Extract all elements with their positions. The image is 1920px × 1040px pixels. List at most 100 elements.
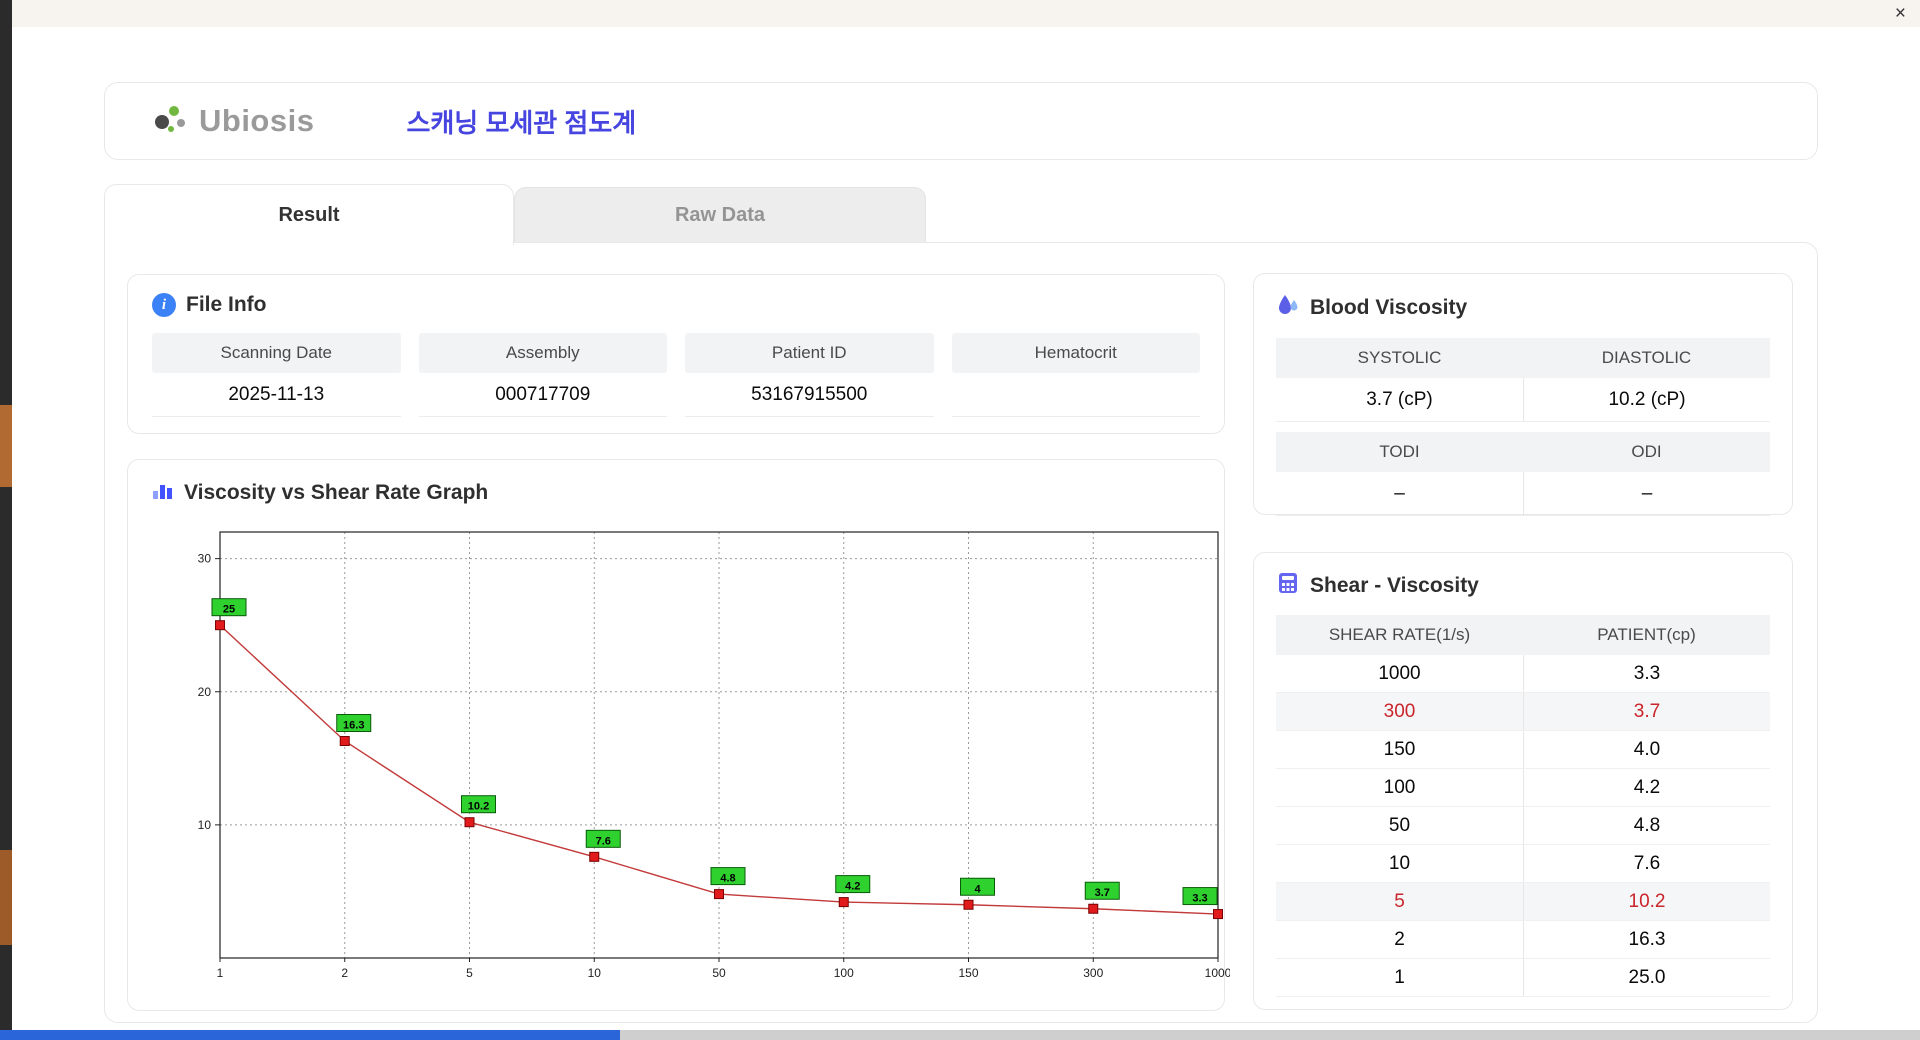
table-row: 300 3.7 xyxy=(1276,693,1770,731)
patient-cell: 3.7 xyxy=(1523,693,1770,730)
taskbar-strip xyxy=(0,1030,620,1040)
viscosity-graph-card: Viscosity vs Shear Rate Graph 10 20 30 25 16… xyxy=(127,459,1232,1011)
systolic-value: 3.7 (cP) xyxy=(1276,378,1523,422)
shear-viscosity-title: Shear - Viscosity xyxy=(1310,574,1479,597)
field-assembly: Assembly 000717709 xyxy=(418,333,667,417)
svg-text:150: 150 xyxy=(958,966,978,980)
svg-text:3.7: 3.7 xyxy=(1095,887,1110,899)
patient-cell: 3.3 xyxy=(1523,655,1770,692)
tab-result[interactable]: Result xyxy=(104,184,514,245)
file-info-card: i File Info Scanning Date 2025-11-13 Ass… xyxy=(127,274,1225,434)
shear-viscosity-table: SHEAR RATE(1/s) PATIENT(cp) 1000 3.3 300… xyxy=(1276,615,1770,997)
odi-value: – xyxy=(1523,472,1770,516)
shear-cell: 1 xyxy=(1394,966,1405,988)
blood-viscosity-title: Blood Viscosity xyxy=(1310,296,1468,319)
patient-cell: 4.2 xyxy=(1523,769,1770,806)
systolic-label: SYSTOLIC xyxy=(1276,338,1523,378)
file-info-title-row: i File Info xyxy=(152,293,1200,317)
table-row: 1 25.0 xyxy=(1276,959,1770,997)
table-row: 10 7.6 xyxy=(1276,845,1770,883)
shear-viscosity-card: Shear - Viscosity SHEAR RATE(1/s) PATIEN… xyxy=(1253,552,1793,1010)
svg-text:100: 100 xyxy=(834,966,854,980)
shear-cell: 300 xyxy=(1383,700,1416,722)
svg-text:50: 50 xyxy=(712,966,726,980)
desktop-fragment xyxy=(0,405,12,487)
app-header: Ubiosis 스캐닝 모세관 점도계 xyxy=(104,82,1818,160)
svg-text:4.8: 4.8 xyxy=(720,873,735,885)
col-patient: PATIENT(cp) xyxy=(1597,625,1696,644)
ubiosis-logo: Ubiosis xyxy=(149,99,314,144)
patient-cell: 16.3 xyxy=(1523,921,1770,958)
col-shear-rate: SHEAR RATE(1/s) xyxy=(1328,625,1471,644)
field-label: Scanning Date xyxy=(152,333,401,373)
todi-label: TODI xyxy=(1276,432,1523,472)
field-value: 2025-11-13 xyxy=(152,373,401,417)
window-bottom-edge xyxy=(620,1030,1920,1040)
svg-text:4.2: 4.2 xyxy=(845,881,860,893)
field-label: Assembly xyxy=(418,333,667,373)
shear-cell: 100 xyxy=(1383,776,1416,798)
svg-text:1: 1 xyxy=(217,966,224,980)
svg-text:25: 25 xyxy=(223,604,235,616)
patient-cell: 10.2 xyxy=(1523,883,1770,920)
tab-raw-data-label: Raw Data xyxy=(674,204,766,226)
graph-title-row: Viscosity vs Shear Rate Graph xyxy=(150,478,1224,508)
close-icon[interactable]: × xyxy=(1895,4,1906,23)
table-header: SHEAR RATE(1/s) PATIENT(cp) xyxy=(1276,615,1770,655)
todi-value: – xyxy=(1276,472,1523,516)
diastolic-value: 10.2 (cP) xyxy=(1523,378,1770,422)
field-value: 000717709 xyxy=(418,373,667,417)
svg-text:20: 20 xyxy=(198,685,212,699)
patient-cell: 25.0 xyxy=(1523,959,1770,996)
svg-text:300: 300 xyxy=(1083,966,1103,980)
file-info-fields: Scanning Date 2025-11-13 Assembly 000717… xyxy=(152,333,1200,417)
shear-cell: 2 xyxy=(1394,928,1405,950)
field-patient-id: Patient ID 53167915500 xyxy=(685,333,934,417)
table-row: 1000 3.3 xyxy=(1276,655,1770,693)
tab-raw-data[interactable]: Raw Data xyxy=(514,187,926,243)
info-icon: i xyxy=(152,293,176,317)
blood-viscosity-card: Blood Viscosity SYSTOLIC DIASTOLIC 3.7 (… xyxy=(1253,273,1793,516)
window-titlebar: × xyxy=(12,0,1920,27)
desktop-fragment xyxy=(0,850,12,945)
logo-text: Ubiosis xyxy=(199,103,315,138)
droplet-icon xyxy=(1276,292,1300,324)
graph-title: Viscosity vs Shear Rate Graph xyxy=(184,481,489,504)
field-scanning-date: Scanning Date 2025-11-13 xyxy=(152,333,401,417)
svg-text:10: 10 xyxy=(588,966,602,980)
shear-cell: 5 xyxy=(1394,890,1405,912)
viscosity-chart: 1020302516.310.27.64.84.2 4 3.7 3.31 2 5 10 50 1… xyxy=(198,531,1232,980)
shear-cell: 1000 xyxy=(1378,662,1421,684)
table-row: 100 4.2 xyxy=(1276,769,1770,807)
svg-text:10: 10 xyxy=(198,818,212,832)
blood-viscosity-grid: SYSTOLIC DIASTOLIC 3.7 (cP) 10.2 (cP) TO… xyxy=(1276,338,1770,516)
calculator-icon xyxy=(1276,571,1300,601)
field-label: Patient ID xyxy=(685,333,934,373)
table-row: 5 10.2 xyxy=(1276,883,1770,921)
patient-cell: 4.0 xyxy=(1523,731,1770,768)
svg-text:16.3: 16.3 xyxy=(343,720,364,732)
page-title: 스캐닝 모세관 점도계 xyxy=(406,107,637,138)
chart-area: 10 20 30 25 16.3 10.2 7.6 4.8 4.2 4 3.7 3.3 1 2 5 10 50 1… xyxy=(174,516,1232,999)
svg-text:1000: 1000 xyxy=(1205,966,1230,980)
file-info-title: File Info xyxy=(186,293,267,316)
patient-cell: 4.8 xyxy=(1523,807,1770,844)
shear-cell: 50 xyxy=(1388,814,1411,836)
odi-label: ODI xyxy=(1523,432,1770,472)
field-hematocrit: Hematocrit xyxy=(951,333,1200,417)
svg-text:3.3: 3.3 xyxy=(1192,893,1207,905)
svg-text:7.6: 7.6 xyxy=(596,835,611,847)
shear-viscosity-title-row: Shear - Viscosity xyxy=(1276,571,1770,601)
app-window: × Ubiosis 스캐닝 모세관 점도계 Result Raw Data i xyxy=(12,0,1920,1030)
blood-viscosity-title-row: Blood Viscosity xyxy=(1276,292,1770,324)
svg-text:30: 30 xyxy=(198,552,212,566)
field-value: 53167915500 xyxy=(685,373,934,417)
bar-chart-icon xyxy=(150,478,174,508)
tab-result-label: Result xyxy=(278,203,340,226)
svg-text:5: 5 xyxy=(466,966,473,980)
diastolic-label: DIASTOLIC xyxy=(1523,338,1770,378)
logo-dots-icon xyxy=(149,99,193,144)
table-row: 2 16.3 xyxy=(1276,921,1770,959)
table-row: 150 4.0 xyxy=(1276,731,1770,769)
patient-cell: 7.6 xyxy=(1523,845,1770,882)
